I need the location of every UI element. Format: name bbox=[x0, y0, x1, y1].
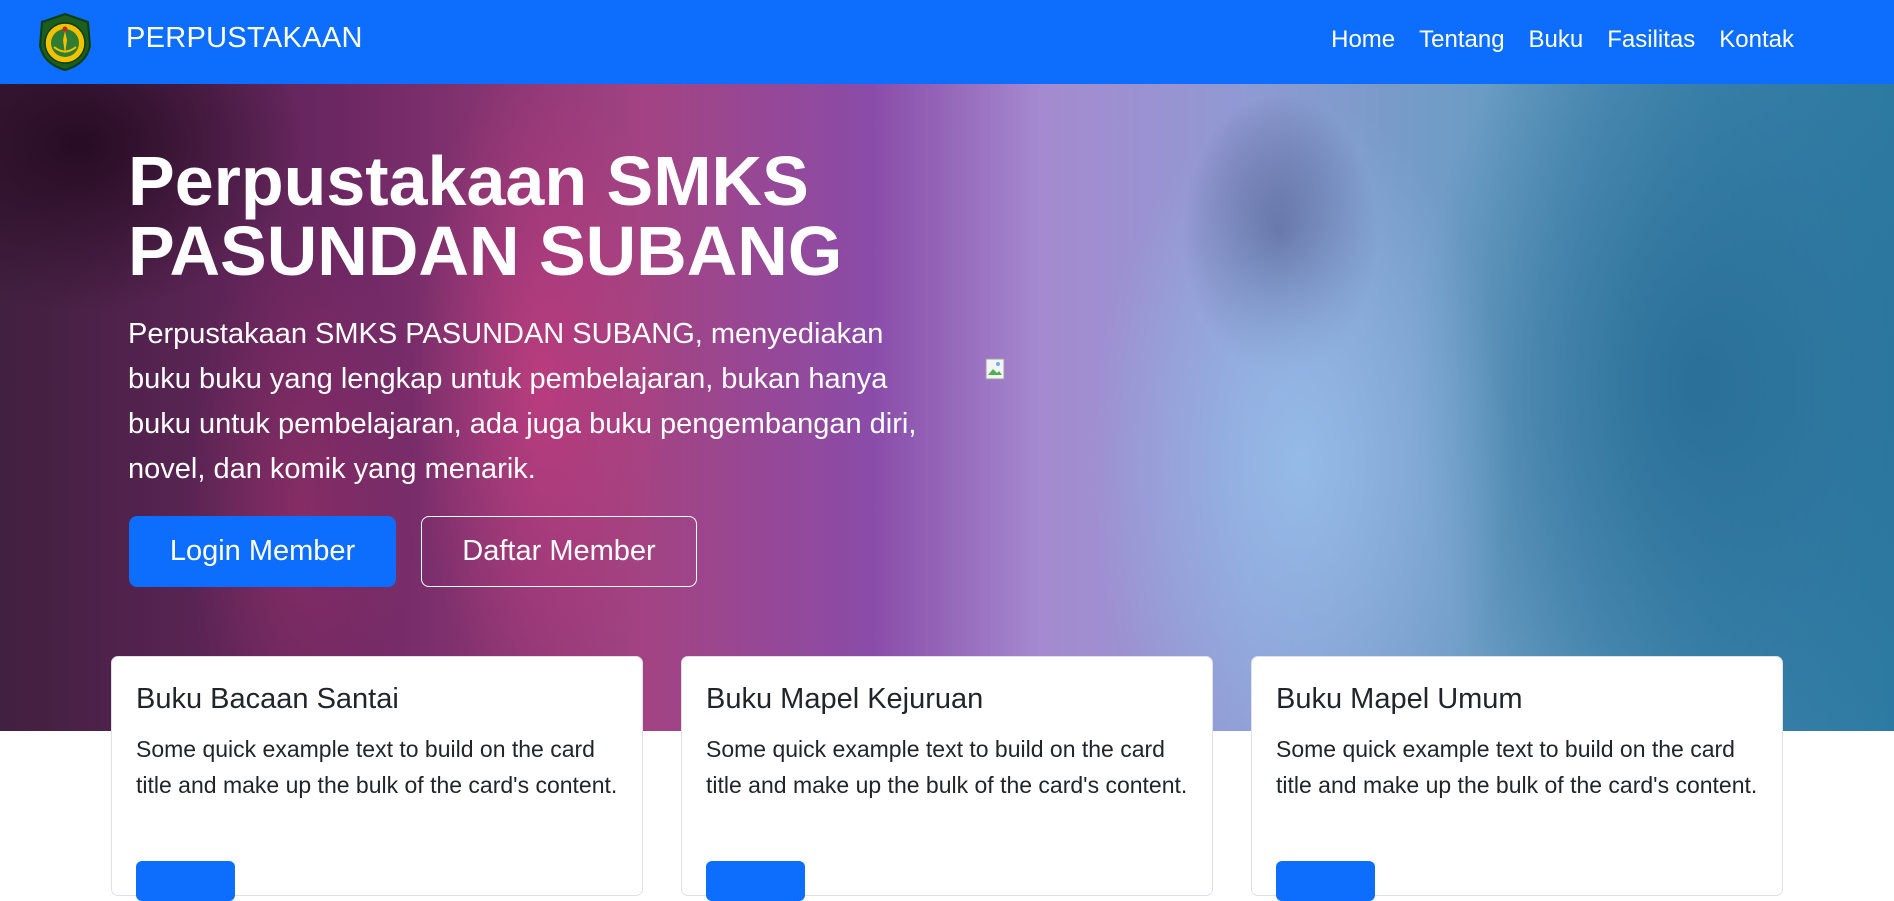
card-button[interactable] bbox=[706, 861, 805, 901]
card-text: Some quick example text to build on the … bbox=[706, 736, 1188, 798]
nav-link-buku[interactable]: Buku bbox=[1529, 26, 1584, 54]
card-text: Some quick example text to build on the … bbox=[136, 736, 618, 798]
nav-link-fasilitas[interactable]: Fasilitas bbox=[1607, 26, 1695, 54]
card-text: Some quick example text to build on the … bbox=[1276, 736, 1758, 798]
card-title: Buku Bacaan Santai bbox=[136, 683, 399, 715]
card-button[interactable] bbox=[1276, 861, 1375, 901]
school-crest-icon[interactable] bbox=[36, 12, 94, 72]
hero-title-line-2: PASUNDAN SUBANG bbox=[128, 212, 843, 290]
nav-link-kontak[interactable]: Kontak bbox=[1719, 26, 1794, 54]
hero-title: Perpustakaan SMKS PASUNDAN SUBANG bbox=[128, 146, 948, 286]
brand-name[interactable]: PERPUSTAKAAN bbox=[126, 22, 363, 55]
hero-title-line-1: Perpustakaan SMKS bbox=[128, 142, 809, 220]
nav-menu: Home Tentang Buku Fasilitas Kontak bbox=[1331, 26, 1794, 54]
broken-image-icon bbox=[985, 358, 1005, 380]
card-button[interactable] bbox=[136, 861, 235, 901]
card-title: Buku Mapel Kejuruan bbox=[706, 683, 984, 715]
daftar-member-button[interactable]: Daftar Member bbox=[421, 516, 697, 587]
login-member-button[interactable]: Login Member bbox=[129, 516, 396, 587]
nav-link-tentang[interactable]: Tentang bbox=[1419, 26, 1504, 54]
navbar: PERPUSTAKAAN Home Tentang Buku Fasilitas… bbox=[0, 0, 1894, 84]
nav-link-home[interactable]: Home bbox=[1331, 26, 1395, 54]
card-buku-mapel-umum: Buku Mapel Umum Some quick example text … bbox=[1251, 656, 1783, 901]
card-buku-mapel-kejuruan: Buku Mapel Kejuruan Some quick example t… bbox=[681, 656, 1213, 901]
card-buku-bacaan-santai: Buku Bacaan Santai Some quick example te… bbox=[111, 656, 643, 901]
hero-description: Perpustakaan SMKS PASUNDAN SUBANG, menye… bbox=[128, 318, 917, 485]
hero-section: Perpustakaan SMKS PASUNDAN SUBANG Perpus… bbox=[0, 84, 1894, 731]
card-title: Buku Mapel Umum bbox=[1276, 683, 1523, 715]
